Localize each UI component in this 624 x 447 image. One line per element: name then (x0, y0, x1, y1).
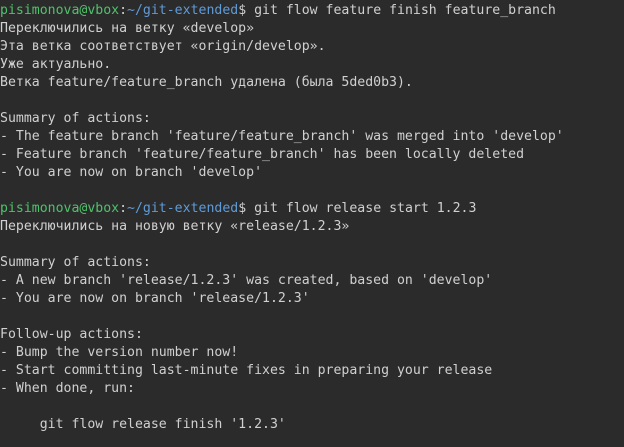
output-line: git flow release finish '1.2.3' (0, 417, 286, 432)
output-line: Ветка feature/feature_branch удалена (бы… (0, 75, 413, 90)
output-line: Follow-up actions: (0, 327, 143, 342)
prompt-dollar: $ (238, 201, 247, 216)
output-line: Переключились на ветку «develop» (0, 21, 255, 36)
output-line: Эта ветка соответствует «origin/develop»… (0, 39, 326, 54)
command-text: git flow feature finish feature_branch (246, 3, 556, 18)
output-line: - The feature branch 'feature/feature_br… (0, 129, 564, 144)
output-line: Summary of actions: (0, 255, 151, 270)
prompt-line: pisimonova@vbox:~/git-extended$ git flow… (0, 200, 624, 218)
output-line: - You are now on branch 'release/1.2.3' (0, 291, 310, 306)
prompt-separator: : (119, 201, 128, 216)
prompt-user-host: pisimonova@vbox (0, 3, 120, 18)
output-line: Уже актуально. (0, 57, 112, 72)
output-line: - You are now on branch 'develop' (0, 165, 263, 180)
prompt-line: pisimonova@vbox:~/git-extended$ git flow… (0, 2, 624, 20)
output-line: - When done, run: (0, 381, 135, 396)
prompt-user-host: pisimonova@vbox (0, 201, 120, 216)
output-line: - Start committing last-minute fixes in … (0, 363, 493, 378)
terminal-output: pisimonova@vbox:~/git-extended$ git flow… (0, 2, 624, 434)
output-line: - A new branch 'release/1.2.3' was creat… (0, 273, 493, 288)
prompt-dollar: $ (238, 3, 247, 18)
terminal-window[interactable]: pisimonova@vbox:~/git-extended$ git flow… (0, 0, 624, 447)
command-text: git flow release start 1.2.3 (246, 201, 477, 216)
output-line: - Feature branch 'feature/feature_branch… (0, 147, 525, 162)
output-line: - Bump the version number now! (0, 345, 239, 360)
prompt-separator: : (119, 3, 128, 18)
output-line: Переключились на новую ветку «release/1.… (0, 219, 350, 234)
prompt-path: ~/git-extended (127, 3, 239, 18)
output-line: Summary of actions: (0, 111, 151, 126)
prompt-path: ~/git-extended (127, 201, 239, 216)
